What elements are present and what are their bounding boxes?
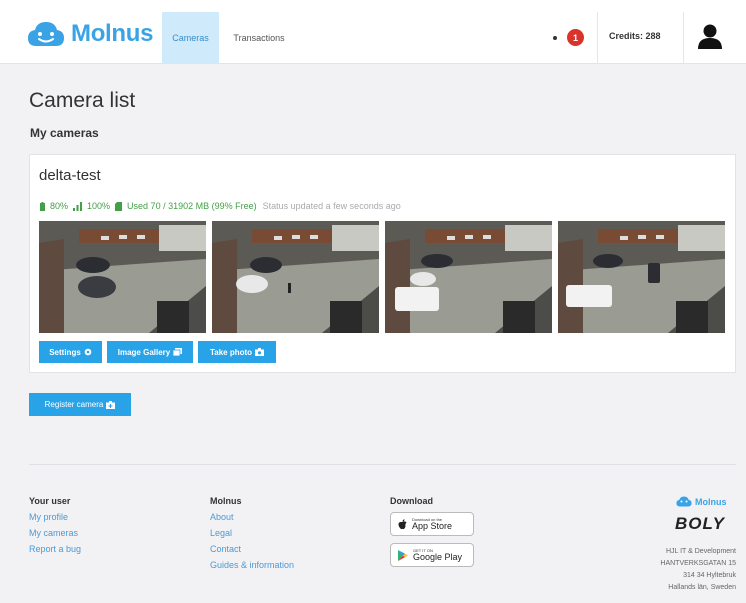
nav-tab-cameras[interactable]: Cameras bbox=[162, 12, 219, 64]
company-address: HJL IT & Development HANTVERKSGATAN 15 3… bbox=[660, 546, 736, 594]
camera-name[interactable]: delta-test bbox=[39, 167, 101, 184]
nav-tab-transactions[interactable]: Transactions bbox=[222, 12, 296, 64]
footer-link-contact[interactable]: Contact bbox=[210, 544, 294, 554]
footer-brand-logo[interactable]: Molnus bbox=[676, 496, 727, 507]
signal-level: 100% bbox=[87, 201, 111, 211]
take-photo-button[interactable]: Take photo bbox=[198, 341, 276, 363]
footer-link-report-bug[interactable]: Report a bug bbox=[29, 544, 81, 554]
notification-badge[interactable]: 1 bbox=[567, 29, 584, 46]
footer-link-my-cameras[interactable]: My cameras bbox=[29, 528, 81, 538]
footer-col-molnus: Molnus About Legal Contact Guides & info… bbox=[210, 496, 294, 576]
footer-link-legal[interactable]: Legal bbox=[210, 528, 294, 538]
credits-display[interactable]: Credits: 288 bbox=[609, 31, 661, 41]
battery-icon bbox=[40, 201, 45, 211]
footer-col-download: Download bbox=[390, 496, 433, 512]
top-navbar: Molnus Cameras Transactions 1 Credits: 2… bbox=[0, 0, 746, 64]
plus-camera-icon bbox=[106, 400, 116, 409]
settings-button[interactable]: Settings bbox=[39, 341, 102, 363]
page-title: Camera list bbox=[29, 89, 136, 112]
app-store-text: App Store bbox=[412, 520, 453, 531]
address-line: 314 34 Hyltebruk bbox=[683, 572, 736, 579]
camera-thumbnail[interactable] bbox=[385, 221, 552, 333]
header-divider bbox=[597, 12, 598, 64]
settings-button-label: Settings bbox=[49, 347, 81, 357]
cloud-icon bbox=[676, 496, 692, 507]
section-title: My cameras bbox=[30, 126, 99, 140]
gallery-icon bbox=[173, 348, 183, 356]
header-divider bbox=[683, 12, 684, 64]
cloud-icon bbox=[28, 22, 64, 46]
footer-link-my-profile[interactable]: My profile bbox=[29, 512, 81, 522]
brand-logo[interactable]: Molnus bbox=[27, 20, 154, 48]
camera-status-row: 80% 100% Used 70 / 31902 MB (99% Free) S… bbox=[40, 201, 401, 211]
brand-name: Molnus bbox=[71, 20, 154, 47]
camera-icon bbox=[255, 348, 265, 356]
apple-icon bbox=[398, 518, 407, 529]
google-play-badge[interactable]: GET IT ON Google Play bbox=[390, 543, 474, 567]
camera-thumbnail[interactable] bbox=[212, 221, 379, 333]
gear-icon bbox=[84, 348, 92, 356]
app-store-badge[interactable]: Download on the App Store bbox=[390, 512, 474, 536]
camera-card: delta-test 80% 100% Used 70 / 31902 MB (… bbox=[29, 154, 736, 373]
address-line: HJL IT & Development bbox=[665, 548, 736, 555]
footer-col-user: Your user My profile My cameras Report a… bbox=[29, 496, 81, 560]
address-line: Hallands län, Sweden bbox=[668, 584, 736, 591]
image-gallery-button-label: Image Gallery bbox=[117, 347, 171, 357]
footer-link-guides[interactable]: Guides & information bbox=[210, 560, 294, 570]
footer-heading: Download bbox=[390, 496, 433, 506]
footer-brand-name: Molnus bbox=[695, 496, 727, 507]
footer-heading: Molnus bbox=[210, 496, 242, 506]
address-line: HANTVERKSGATAN 15 bbox=[660, 560, 736, 567]
register-camera-button[interactable]: Register camera bbox=[29, 393, 131, 416]
sd-card-icon bbox=[115, 201, 123, 211]
storage-usage: Used 70 / 31902 MB (99% Free) bbox=[127, 201, 257, 211]
image-gallery-button[interactable]: Image Gallery bbox=[107, 341, 193, 363]
signal-icon bbox=[73, 201, 83, 211]
google-play-text: Google Play bbox=[413, 551, 463, 562]
notification-bell-icon[interactable] bbox=[553, 36, 557, 40]
user-avatar-icon[interactable] bbox=[697, 23, 723, 49]
footer-link-about[interactable]: About bbox=[210, 512, 294, 522]
footer-divider bbox=[29, 464, 736, 465]
google-play-icon bbox=[398, 549, 408, 561]
take-photo-button-label: Take photo bbox=[209, 347, 253, 357]
battery-level: 80% bbox=[50, 201, 69, 211]
camera-thumbnail[interactable] bbox=[39, 221, 206, 333]
footer-heading: Your user bbox=[29, 496, 71, 506]
camera-thumbnail[interactable] bbox=[558, 221, 725, 333]
register-camera-label: Register camera bbox=[44, 400, 104, 409]
partner-logo-boly: BOLY bbox=[675, 514, 725, 533]
status-updated-text: Status updated a few seconds ago bbox=[262, 201, 401, 211]
